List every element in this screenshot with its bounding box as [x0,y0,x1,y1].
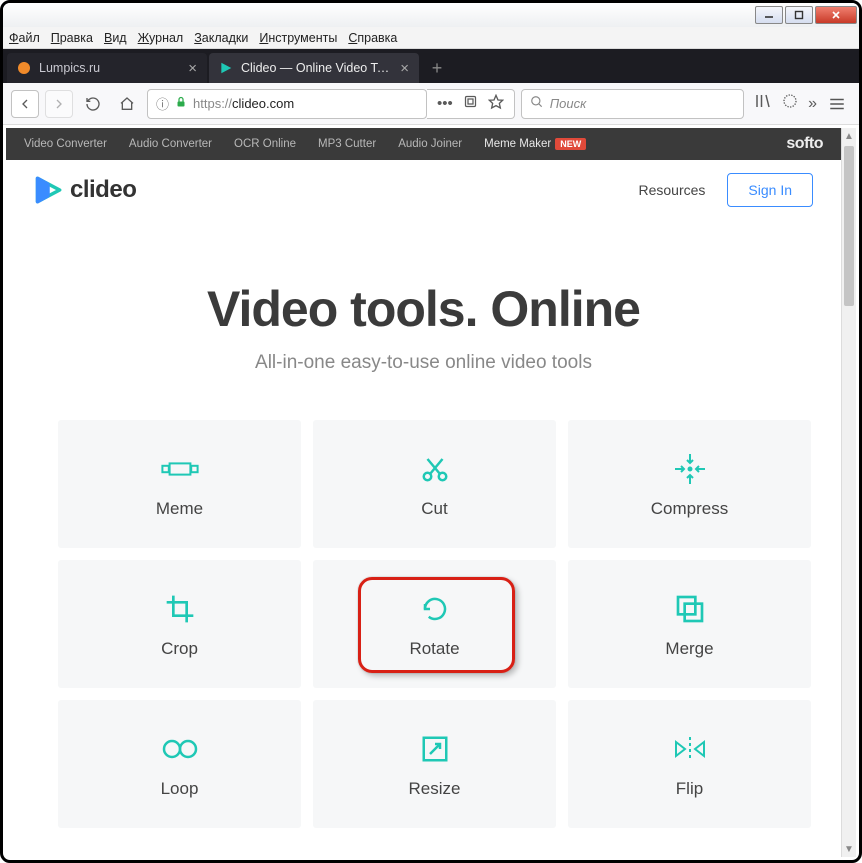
bookmark-star-icon[interactable] [488,94,504,114]
tool-label: Loop [161,779,199,799]
tool-card-compress[interactable]: Compress [568,420,811,548]
tool-label: Flip [676,779,703,799]
softo-link[interactable]: Audio Joiner [398,138,462,150]
library-icon[interactable] [754,92,772,115]
resize-icon [420,729,450,769]
site-header: clideo Resources Sign In [6,160,841,220]
browser-toolbar: ⓘ https://clideo.com ••• Поиск » [3,83,859,125]
nav-back-button[interactable] [11,90,39,118]
window-maximize-button[interactable] [785,6,813,24]
tool-card-loop[interactable]: Loop [58,700,301,828]
tool-label: Crop [161,639,198,659]
browser-tabbar: Lumpics.ru × Clideo — Online Video Tools… [3,49,859,83]
tool-label: Resize [409,779,461,799]
new-badge: NEW [555,138,586,150]
page-content: Video Converter Audio Converter OCR Onli… [6,128,841,857]
tool-card-meme[interactable]: Meme [58,420,301,548]
nav-forward-button[interactable] [45,90,73,118]
browser-tab[interactable]: Lumpics.ru × [7,53,207,83]
resources-link[interactable]: Resources [638,182,705,198]
toolbar-right-icons: » [754,92,817,115]
browser-tab[interactable]: Clideo — Online Video Tools × [209,53,419,83]
flip-icon [673,729,707,769]
menu-file[interactable]: Файл [9,31,40,45]
clideo-brand-text: clideo [70,176,136,204]
tab-close-button[interactable]: × [188,60,197,77]
tool-card-flip[interactable]: Flip [568,700,811,828]
softo-link[interactable]: Audio Converter [129,138,212,150]
search-icon [530,95,544,112]
window-minimize-button[interactable] [755,6,783,24]
compress-icon [673,449,707,489]
tool-grid: Meme Cut Compress Crop Rotate [6,414,841,834]
tab-close-button[interactable]: × [400,60,409,77]
signin-button[interactable]: Sign In [727,173,813,207]
tool-label: Compress [651,499,728,519]
meme-icon [160,449,200,489]
tool-label: Merge [665,639,713,659]
tool-card-merge[interactable]: Merge [568,560,811,688]
tool-label: Cut [421,499,447,519]
menu-view[interactable]: Вид [104,31,127,45]
window-close-button[interactable] [815,6,857,24]
menu-tools[interactable]: Инструменты [259,31,337,45]
tool-label: Meme [156,499,203,519]
softo-logo[interactable]: softo [786,135,823,153]
loop-icon [161,729,199,769]
browser-menubar: Файл Правка Вид Журнал Закладки Инструме… [3,27,859,49]
scrollbar[interactable]: ▲ ▼ [841,128,856,857]
overflow-icon[interactable]: » [808,95,817,113]
address-bar[interactable]: ⓘ https://clideo.com [147,89,427,119]
softo-link[interactable]: OCR Online [234,138,296,150]
tool-card-rotate[interactable]: Rotate [313,560,556,688]
menu-history[interactable]: Журнал [138,31,184,45]
softo-bar: Video Converter Audio Converter OCR Onli… [6,128,841,160]
extension-icon[interactable] [782,93,798,114]
favicon-icon [219,61,233,75]
nav-home-button[interactable] [113,90,141,118]
menu-bookmarks[interactable]: Закладки [194,31,248,45]
crop-icon [164,589,196,629]
site-info-icon[interactable]: ⓘ [156,94,169,113]
tool-card-cut[interactable]: Cut [313,420,556,548]
tool-card-resize[interactable]: Resize [313,700,556,828]
merge-icon [674,589,706,629]
tool-card-crop[interactable]: Crop [58,560,301,688]
url-actions: ••• [427,89,515,119]
hero: Video tools. Online All-in-one easy-to-u… [6,220,841,414]
window-titlebar [3,3,859,27]
url-prefix: https:// [193,96,232,111]
search-placeholder: Поиск [550,96,587,111]
tool-label: Rotate [409,639,459,659]
nav-reload-button[interactable] [79,90,107,118]
favicon-icon [17,61,31,75]
rotate-icon [420,589,450,629]
reader-mode-icon[interactable] [463,94,478,113]
menu-edit[interactable]: Правка [51,31,93,45]
tab-title: Lumpics.ru [39,61,182,75]
clideo-logo[interactable]: clideo [34,176,136,204]
cut-icon [420,449,450,489]
new-tab-button[interactable]: + [425,56,449,80]
scroll-thumb[interactable] [844,146,854,306]
softo-link[interactable]: MP3 Cutter [318,138,376,150]
page-title: Video tools. Online [26,280,821,338]
app-menu-button[interactable] [823,90,851,118]
search-box[interactable]: Поиск [521,89,744,119]
page-actions-icon[interactable]: ••• [437,95,453,112]
menu-help[interactable]: Справка [348,31,397,45]
play-icon [34,176,62,204]
scroll-down-button[interactable]: ▼ [842,841,856,857]
softo-link[interactable]: Video Converter [24,138,107,150]
page-subtitle: All-in-one easy-to-use online video tool… [26,352,821,374]
scroll-up-button[interactable]: ▲ [842,128,856,144]
url-host: clideo.com [232,96,294,111]
lock-icon [175,96,187,111]
tab-title: Clideo — Online Video Tools [241,61,394,75]
softo-link-meme[interactable]: Meme MakerNEW [484,138,586,150]
